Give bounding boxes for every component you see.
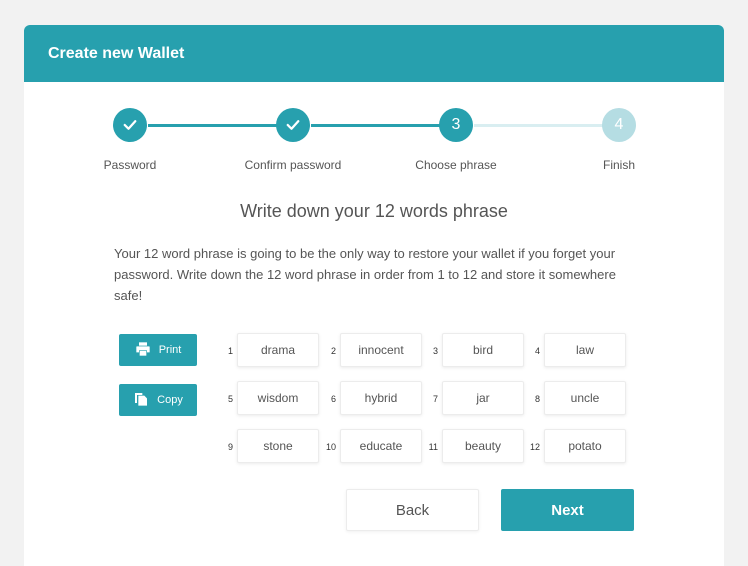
step-connector bbox=[311, 124, 441, 127]
word-number: 11 bbox=[428, 442, 438, 452]
step-2-check-icon bbox=[276, 108, 310, 142]
word-number: 5 bbox=[227, 394, 233, 404]
word-number: 4 bbox=[534, 346, 540, 356]
step-label-finish: Finish bbox=[602, 158, 635, 172]
phrase-word: stone bbox=[237, 429, 319, 463]
step-label-choose-phrase: Choose phrase bbox=[415, 158, 497, 172]
word-number: 1 bbox=[227, 346, 233, 356]
phrase-word: wisdom bbox=[237, 381, 319, 415]
step-connector bbox=[148, 124, 278, 127]
phrase-word: jar bbox=[442, 381, 524, 415]
back-button[interactable]: Back bbox=[346, 489, 479, 531]
print-label: Print bbox=[158, 344, 182, 356]
step-1-check-icon bbox=[113, 108, 147, 142]
word-number: 8 bbox=[534, 394, 540, 404]
phrase-word: beauty bbox=[442, 429, 524, 463]
print-button[interactable]: Print bbox=[119, 334, 197, 366]
printer-icon bbox=[135, 341, 151, 360]
phrase-word: drama bbox=[237, 333, 319, 367]
phrase-description: Your 12 word phrase is going to be the o… bbox=[114, 246, 616, 303]
word-number: 10 bbox=[325, 442, 336, 452]
step-label-password: Password bbox=[103, 158, 157, 172]
phrase-word: law bbox=[544, 333, 626, 367]
phrase-word: bird bbox=[442, 333, 524, 367]
next-button[interactable]: Next bbox=[501, 489, 634, 531]
phrase-word: innocent bbox=[340, 333, 422, 367]
copy-icon bbox=[133, 391, 149, 410]
copy-button[interactable]: Copy bbox=[119, 384, 197, 416]
word-number: 9 bbox=[227, 442, 233, 452]
phrase-word: hybrid bbox=[340, 381, 422, 415]
step-label-confirm-password: Confirm password bbox=[244, 158, 342, 172]
word-number: 6 bbox=[330, 394, 336, 404]
copy-label: Copy bbox=[157, 394, 183, 406]
word-number: 12 bbox=[529, 442, 540, 452]
step-connector bbox=[474, 124, 604, 127]
wallet-card: Create new Wallet 3 4 Password Confirm p… bbox=[24, 25, 724, 566]
step-3-circle: 3 bbox=[439, 108, 473, 142]
page-title: Create new Wallet bbox=[48, 44, 185, 62]
word-number: 3 bbox=[432, 346, 438, 356]
step-4-circle: 4 bbox=[602, 108, 636, 142]
phrase-word: potato bbox=[544, 429, 626, 463]
phrase-title: Write down your 12 words phrase bbox=[240, 201, 508, 221]
card-header: Create new Wallet bbox=[24, 25, 724, 82]
stepper: 3 4 Password Confirm password Choose phr… bbox=[24, 82, 724, 182]
phrase-word: uncle bbox=[544, 381, 626, 415]
phrase-word: educate bbox=[340, 429, 422, 463]
word-number: 2 bbox=[330, 346, 336, 356]
word-number: 7 bbox=[432, 394, 438, 404]
